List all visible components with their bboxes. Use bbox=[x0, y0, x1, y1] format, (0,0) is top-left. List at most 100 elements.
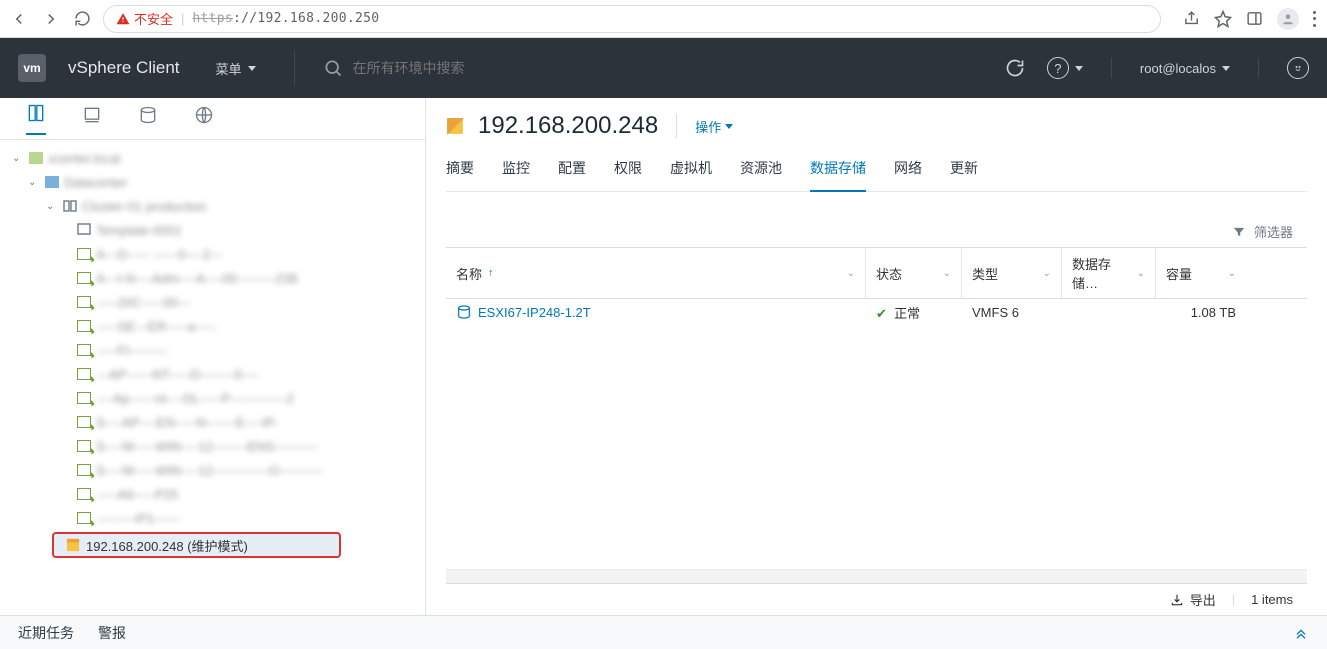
chevron-down-icon[interactable]: ⌄ bbox=[943, 268, 951, 279]
col-type[interactable]: 类型⌄ bbox=[962, 248, 1062, 298]
col-capacity[interactable]: 容量⌄ bbox=[1156, 248, 1266, 298]
tree-row-vm[interactable]: S----W-----WIN----12--------ENS---------… bbox=[6, 434, 425, 458]
tree-row-vm[interactable]: ---AP------NT-----D--------0---- bbox=[6, 362, 425, 386]
tree-row-vm[interactable]: A---D----- ------0----2--- bbox=[6, 242, 425, 266]
separator: | bbox=[181, 11, 184, 26]
smiley-button[interactable] bbox=[1287, 57, 1309, 79]
chevron-down-icon[interactable]: ⌄ bbox=[1043, 268, 1051, 279]
tree-row-vm[interactable]: S----AP----EN-----N-------E----IP- bbox=[6, 410, 425, 434]
reload-button[interactable] bbox=[74, 10, 91, 28]
horizontal-scrollbar[interactable] bbox=[446, 569, 1307, 583]
browser-nav bbox=[10, 10, 91, 28]
tab-虚拟机[interactable]: 虚拟机 bbox=[670, 152, 712, 191]
tab-权限[interactable]: 权限 bbox=[614, 152, 642, 191]
tree-row-cluster[interactable]: ⌄ Cluster-01 production bbox=[6, 194, 425, 218]
vm-running-icon bbox=[76, 296, 92, 308]
alarms-tab[interactable]: 警报 bbox=[98, 623, 126, 643]
col-name[interactable]: 名称↑ ⌄ bbox=[446, 248, 866, 298]
tree-label: 192.168.200.248 (维护模式) bbox=[86, 536, 248, 555]
tree-row-vm[interactable]: -----FI--------- bbox=[6, 338, 425, 362]
tab-资源池[interactable]: 资源池 bbox=[740, 152, 782, 191]
recent-tasks-tab[interactable]: 近期任务 bbox=[18, 623, 74, 643]
chevron-down-icon[interactable]: ⌄ bbox=[1228, 268, 1236, 279]
bookmark-icon[interactable] bbox=[1214, 10, 1232, 28]
help-button[interactable]: ? bbox=[1047, 57, 1083, 79]
global-search[interactable] bbox=[323, 58, 983, 78]
actions-menu[interactable]: 操作 bbox=[695, 117, 733, 136]
tree-label: S----W-----WIN----12-------------O------… bbox=[96, 463, 322, 478]
vms-templates-tab[interactable] bbox=[82, 105, 102, 133]
chevron-down-icon bbox=[248, 66, 256, 71]
tab-监控[interactable]: 监控 bbox=[502, 152, 530, 191]
tree-row-vm[interactable]: -----A6-----P25 bbox=[6, 482, 425, 506]
app-header: vm vSphere Client 菜单 ? root@localos bbox=[0, 38, 1327, 98]
divider bbox=[1111, 58, 1112, 78]
filter-label[interactable]: 筛选器 bbox=[1254, 222, 1293, 241]
profile-avatar[interactable] bbox=[1277, 8, 1299, 30]
user-label: root@localos bbox=[1140, 61, 1216, 76]
tree-label: S----AP----EN-----N-------E----IP- bbox=[96, 415, 279, 430]
table-header: 名称↑ ⌄ 状态⌄ 类型⌄ 数据存储…⌄ 容量⌄ bbox=[446, 248, 1307, 299]
search-input[interactable] bbox=[353, 60, 653, 76]
networking-tab[interactable] bbox=[194, 105, 214, 133]
cell-type: VMFS 6 bbox=[962, 301, 1062, 324]
chevron-down-icon bbox=[1222, 66, 1230, 71]
hosts-clusters-tab[interactable] bbox=[26, 103, 46, 135]
col-dscluster[interactable]: 数据存储…⌄ bbox=[1062, 248, 1156, 298]
tree-row-host-selected[interactable]: 192.168.200.248 (维护模式) bbox=[52, 532, 341, 558]
tab-更新[interactable]: 更新 bbox=[950, 152, 978, 191]
panel-icon[interactable] bbox=[1246, 10, 1263, 27]
user-menu[interactable]: root@localos bbox=[1140, 61, 1230, 76]
tab-网络[interactable]: 网络 bbox=[894, 152, 922, 191]
col-status[interactable]: 状态⌄ bbox=[866, 248, 962, 298]
export-label: 导出 bbox=[1190, 590, 1216, 609]
tree-row-vm[interactable]: ---------IP1------ bbox=[6, 506, 425, 530]
chevron-down-icon[interactable]: ⌄ bbox=[1137, 268, 1145, 279]
address-bar[interactable]: 不安全 | https://192.168.200.250 bbox=[103, 5, 1161, 33]
vm-running-icon bbox=[76, 320, 92, 332]
vm-running-icon bbox=[76, 392, 92, 404]
tree-row-vm[interactable]: S----W-----WIN----12-------------O------… bbox=[6, 458, 425, 482]
tree-row-vm[interactable]: Template-0001 bbox=[6, 218, 425, 242]
tree-row-vm[interactable]: -----20C-----00--- bbox=[6, 290, 425, 314]
tree-row-vcenter[interactable]: ⌄ vcenter.local bbox=[6, 146, 425, 170]
filter-icon[interactable] bbox=[1232, 225, 1246, 239]
tab-摘要[interactable]: 摘要 bbox=[446, 152, 474, 191]
expand-panel-icon[interactable] bbox=[1293, 625, 1309, 641]
kebab-menu[interactable] bbox=[1313, 11, 1317, 27]
export-button[interactable]: 导出 bbox=[1170, 590, 1216, 609]
twisty-icon[interactable]: ⌄ bbox=[46, 201, 58, 212]
inventory-tree[interactable]: ⌄ vcenter.local ⌄ Datacenter ⌄ Cluster-0… bbox=[0, 140, 425, 615]
app-title: vSphere Client bbox=[68, 58, 180, 78]
logo-icon: vm bbox=[18, 54, 46, 82]
back-button[interactable] bbox=[10, 10, 28, 28]
table-row[interactable]: ESXI67-IP248-1.2T✔ 正常VMFS 61.08 TB bbox=[446, 299, 1307, 325]
insecure-badge: 不安全 bbox=[116, 9, 173, 28]
storage-tab[interactable] bbox=[138, 105, 158, 133]
tree-row-vm[interactable]: -----SE---ER-----a----- bbox=[6, 314, 425, 338]
chevron-down-icon bbox=[1075, 66, 1083, 71]
datastore-link[interactable]: ESXI67-IP248-1.2T bbox=[456, 304, 856, 320]
tree-row-datacenter[interactable]: ⌄ Datacenter bbox=[6, 170, 425, 194]
tree-row-vm[interactable]: A---I-N----Adm----A----00---------238 bbox=[6, 266, 425, 290]
tab-配置[interactable]: 配置 bbox=[558, 152, 586, 191]
vm-running-icon bbox=[76, 344, 92, 356]
main-menu-button[interactable]: 菜单 bbox=[206, 53, 266, 84]
twisty-icon[interactable]: ⌄ bbox=[28, 177, 40, 188]
inventory-tabs bbox=[0, 98, 425, 140]
tree-label: -----SE---ER-----a----- bbox=[96, 319, 217, 334]
vm-running-icon bbox=[76, 512, 92, 524]
row-count: 1 items bbox=[1251, 592, 1293, 607]
refresh-button[interactable] bbox=[1005, 58, 1025, 78]
chevron-down-icon[interactable]: ⌄ bbox=[847, 268, 855, 279]
host-maintenance-icon bbox=[66, 538, 80, 552]
twisty-icon[interactable]: ⌄ bbox=[12, 153, 24, 164]
inventory-sidebar: ⌄ vcenter.local ⌄ Datacenter ⌄ Cluster-0… bbox=[0, 98, 426, 615]
share-icon[interactable] bbox=[1183, 10, 1200, 27]
tree-label: ---------IP1------ bbox=[96, 511, 180, 526]
tab-数据存储[interactable]: 数据存储 bbox=[810, 152, 866, 192]
forward-button[interactable] bbox=[42, 10, 60, 28]
tree-label: -----A6-----P25 bbox=[96, 487, 178, 502]
vm-running-icon bbox=[76, 440, 92, 452]
tree-row-vm[interactable]: ----Ap------nt----DL-----P-------------2 bbox=[6, 386, 425, 410]
